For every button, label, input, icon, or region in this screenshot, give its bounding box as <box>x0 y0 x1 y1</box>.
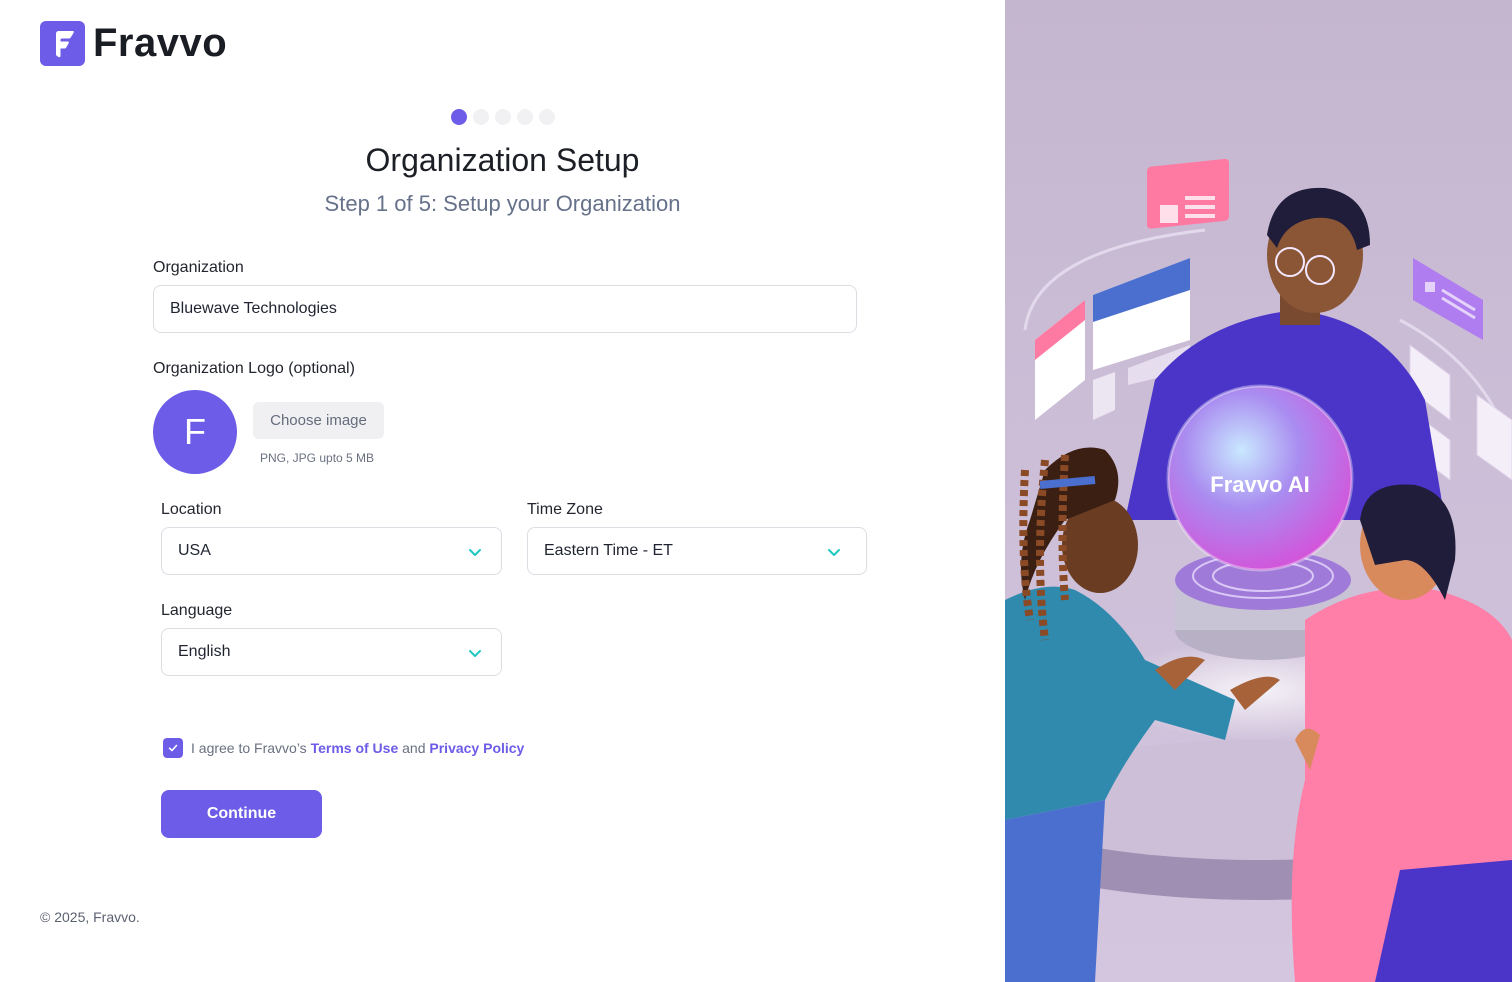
continue-button[interactable]: Continue <box>161 790 322 838</box>
chevron-down-icon <box>828 549 840 556</box>
language-value: English <box>178 643 231 660</box>
step-dot-4 <box>517 109 533 125</box>
brand-logo: Fravvo <box>40 21 227 66</box>
floating-card-purple <box>1413 258 1483 340</box>
avatar-letter: F <box>184 411 206 452</box>
step-dot-1 <box>451 109 467 125</box>
organization-label: Organization <box>153 259 244 276</box>
copyright: © 2025, Fravvo. <box>40 909 140 925</box>
page-subtitle: Step 1 of 5: Setup your Organization <box>324 191 681 216</box>
floating-card-pink <box>1147 158 1229 229</box>
organization-logo-label: Organization Logo (optional) <box>153 360 355 377</box>
agree-prefix: I agree to Fravvo’s <box>191 740 307 756</box>
chevron-down-icon <box>469 650 481 657</box>
organization-avatar: F <box>153 390 237 474</box>
brand-name: Fravvo <box>93 21 228 65</box>
team-ai-illustration: Fravvo AI <box>1005 158 1512 982</box>
organization-input[interactable]: Bluewave Technologies <box>153 285 857 333</box>
page-title: Organization Setup <box>365 142 640 178</box>
progress-stepper <box>451 109 555 125</box>
timezone-label: Time Zone <box>527 501 603 518</box>
checkmark-icon <box>168 744 178 752</box>
location-select[interactable]: USA <box>161 527 502 575</box>
organization-value: Bluewave Technologies <box>170 300 337 317</box>
chevron-down-icon <box>469 549 481 556</box>
step-dot-5 <box>539 109 555 125</box>
setup-panel: Fravvo Organization Setup Step 1 of 5: S… <box>0 0 1005 982</box>
logo-file-hint: PNG, JPG upto 5 MB <box>260 451 375 465</box>
privacy-policy-link[interactable]: Privacy Policy <box>429 740 524 756</box>
timezone-select[interactable]: Eastern Time - ET <box>527 527 867 575</box>
location-label: Location <box>161 501 222 518</box>
language-select[interactable]: English <box>161 628 502 676</box>
location-value: USA <box>178 542 211 559</box>
step-dot-3 <box>495 109 511 125</box>
agree-and: and <box>402 740 426 756</box>
illustration-panel: Fravvo AI <box>1005 0 1512 982</box>
agree-checkbox[interactable] <box>163 738 183 758</box>
terms-of-use-link[interactable]: Terms of Use <box>311 740 399 756</box>
fravvo-logo-icon <box>40 21 85 66</box>
language-label: Language <box>161 602 233 619</box>
choose-image-button[interactable]: Choose image <box>253 402 384 439</box>
timezone-value: Eastern Time - ET <box>544 542 673 559</box>
orb-label: Fravvo AI <box>1210 472 1309 497</box>
terms-agreement: I agree to Fravvo’s Terms of Use and Pri… <box>163 738 524 758</box>
step-dot-2 <box>473 109 489 125</box>
